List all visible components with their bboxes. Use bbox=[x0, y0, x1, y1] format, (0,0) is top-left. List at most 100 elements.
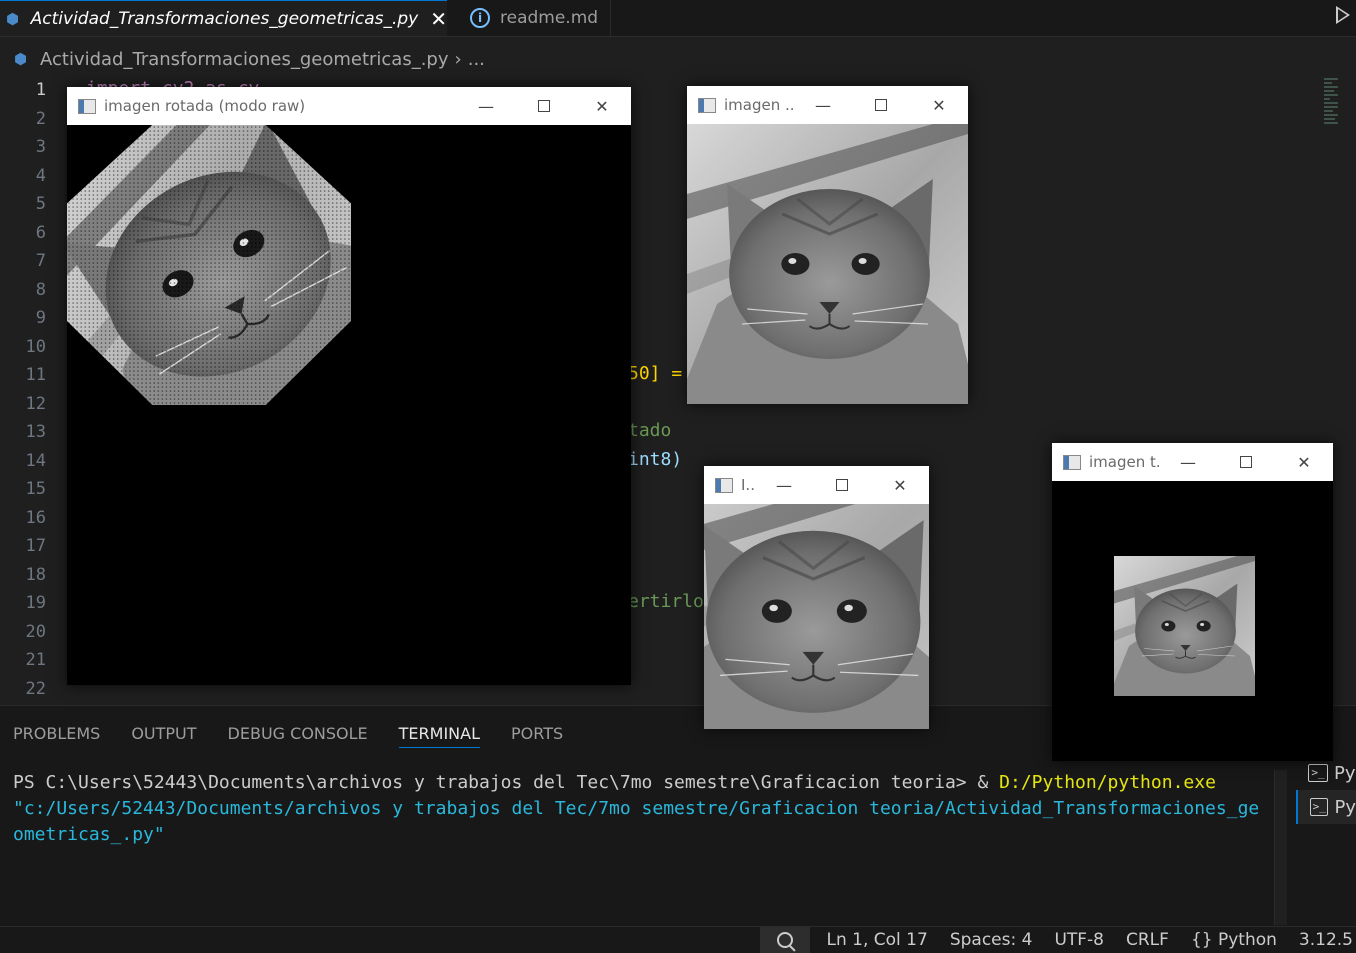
rotated-cat-image bbox=[67, 125, 351, 405]
line-ending[interactable]: CRLF bbox=[1115, 930, 1180, 950]
info-icon: i bbox=[470, 8, 490, 28]
window-original-image[interactable]: imagen ... — ✕ bbox=[687, 86, 968, 404]
maximize-icon[interactable] bbox=[1217, 453, 1275, 472]
minimize-icon[interactable]: — bbox=[755, 476, 813, 495]
window-canvas bbox=[687, 124, 968, 404]
translated-cat-image bbox=[1114, 556, 1255, 696]
tab-label: readme.md bbox=[500, 8, 599, 28]
zoom-icon bbox=[776, 932, 793, 948]
tab-debug-console[interactable]: DEBUG CONSOLE bbox=[215, 706, 386, 760]
code-line-14: int8) bbox=[628, 449, 683, 470]
line-number: 13 bbox=[25, 422, 46, 442]
tab-output[interactable]: OUTPUT bbox=[118, 706, 214, 760]
window-app-icon bbox=[78, 98, 96, 114]
tab-actividad[interactable]: ⬢ Actividad_Transformaciones_geometricas… bbox=[0, 0, 447, 36]
breadcrumb-file[interactable]: Actividad_Transformaciones_geometricas_.… bbox=[40, 49, 449, 70]
window-title: imagen rotada (modo raw) bbox=[104, 97, 306, 115]
terminal-icon: >_ bbox=[1310, 798, 1329, 816]
zoom-button[interactable] bbox=[759, 927, 810, 953]
maximize-icon[interactable] bbox=[813, 476, 871, 495]
close-icon[interactable]: ✕ bbox=[871, 476, 929, 495]
terminal-list-label: Py bbox=[1334, 762, 1356, 784]
code-line-13: tado bbox=[628, 420, 672, 441]
close-icon[interactable]: ✕ bbox=[573, 97, 631, 116]
maximize-icon[interactable] bbox=[515, 97, 573, 116]
terminal-output[interactable]: PS C:\Users\52443\Documents\archivos y t… bbox=[13, 770, 1269, 848]
line-number: 17 bbox=[25, 536, 46, 556]
tab-ports[interactable]: PORTS bbox=[498, 706, 581, 760]
terminal-scrollbar[interactable] bbox=[1274, 770, 1287, 925]
indentation[interactable]: Spaces: 4 bbox=[939, 930, 1044, 950]
breadcrumb-more[interactable]: ... bbox=[468, 49, 485, 70]
cursor-position[interactable]: Ln 1, Col 17 bbox=[816, 930, 939, 950]
line-number: 19 bbox=[25, 593, 46, 613]
breadcrumb: ⬢ Actividad_Transformaciones_geometricas… bbox=[0, 44, 485, 74]
python-version[interactable]: 3.12.5 bbox=[1288, 930, 1356, 950]
line-number: 3 bbox=[35, 137, 46, 157]
window-rotated-image[interactable]: imagen rotada (modo raw) — ✕ bbox=[67, 87, 631, 685]
line-number: 15 bbox=[25, 479, 46, 499]
line-number: 18 bbox=[25, 564, 46, 585]
python-icon: ⬢ bbox=[6, 9, 20, 28]
window-title: imagen ... bbox=[724, 96, 794, 114]
chevron-right-icon: › bbox=[454, 48, 462, 70]
terminal-arg: "c:/Users/52443/Documents/archivos y tra… bbox=[13, 798, 1260, 845]
window-titlebar[interactable]: I... — ✕ bbox=[704, 466, 929, 504]
line-number: 9 bbox=[35, 308, 46, 328]
tab-bar: ⬢ Actividad_Transformaciones_geometricas… bbox=[0, 0, 1356, 37]
window-title: I... bbox=[741, 476, 755, 494]
maximize-icon[interactable] bbox=[852, 96, 910, 115]
line-number: 14 bbox=[25, 450, 46, 471]
tab-terminal[interactable]: TERMINAL bbox=[386, 706, 498, 760]
window-app-icon bbox=[698, 97, 716, 113]
window-canvas bbox=[1052, 481, 1333, 761]
language-label: Python bbox=[1217, 930, 1277, 950]
code-line-11: 50] = bbox=[628, 363, 683, 384]
status-bar: Ln 1, Col 17 Spaces: 4 UTF-8 CRLF {} Pyt… bbox=[0, 926, 1356, 953]
line-number: 5 bbox=[35, 194, 46, 214]
terminal-list-item[interactable]: >_ Py bbox=[1296, 756, 1356, 790]
minimize-icon[interactable]: — bbox=[457, 97, 515, 116]
tab-problems[interactable]: PROBLEMS bbox=[0, 706, 118, 760]
window-title: imagen t... bbox=[1089, 453, 1159, 471]
window-app-icon bbox=[715, 477, 733, 493]
window-scaled-image[interactable]: I... — ✕ bbox=[704, 466, 929, 729]
close-icon[interactable]: ✕ bbox=[430, 7, 447, 31]
minimize-icon[interactable]: — bbox=[1159, 453, 1217, 472]
window-translated-image[interactable]: imagen t... — ✕ bbox=[1052, 443, 1333, 761]
terminal-list-label: Py bbox=[1334, 796, 1356, 818]
terminal-prompt: PS C:\Users\52443\Documents\archivos y t… bbox=[13, 772, 1000, 793]
tab-readme[interactable]: i readme.md bbox=[448, 0, 611, 36]
line-number: 11 bbox=[25, 365, 46, 385]
window-titlebar[interactable]: imagen rotada (modo raw) — ✕ bbox=[67, 87, 631, 125]
encoding[interactable]: UTF-8 bbox=[1043, 930, 1115, 950]
line-number: 6 bbox=[35, 222, 46, 243]
line-number: 12 bbox=[25, 393, 46, 414]
line-number: 21 bbox=[25, 650, 46, 670]
language-mode[interactable]: {} Python bbox=[1180, 930, 1288, 950]
terminal-list: >_ Py >_ Py bbox=[1296, 756, 1356, 824]
line-number: 1 bbox=[35, 80, 46, 100]
line-number: 2 bbox=[35, 108, 46, 129]
line-number: 10 bbox=[25, 336, 46, 357]
window-canvas bbox=[67, 125, 631, 685]
window-canvas bbox=[704, 504, 929, 729]
code-line-19: ertirlo bbox=[628, 591, 704, 612]
terminal-exe: D:/Python/python.exe bbox=[999, 772, 1216, 793]
line-number: 7 bbox=[35, 251, 46, 271]
braces-icon: {} bbox=[1190, 930, 1213, 950]
window-titlebar[interactable]: imagen ... — ✕ bbox=[687, 86, 968, 124]
scaled-cat-image bbox=[704, 504, 929, 729]
terminal-icon: >_ bbox=[1308, 764, 1328, 782]
terminal-list-item[interactable]: >_ Py bbox=[1296, 790, 1356, 824]
minimize-icon[interactable]: — bbox=[794, 96, 852, 115]
close-icon[interactable]: ✕ bbox=[1275, 453, 1333, 472]
close-icon[interactable]: ✕ bbox=[910, 96, 968, 115]
original-cat-image bbox=[687, 124, 968, 404]
line-number: 8 bbox=[35, 279, 46, 300]
window-titlebar[interactable]: imagen t... — ✕ bbox=[1052, 443, 1333, 481]
minimap[interactable] bbox=[1324, 76, 1338, 186]
run-icon[interactable] bbox=[1336, 6, 1350, 24]
line-number: 20 bbox=[25, 621, 46, 642]
tab-label: Actividad_Transformaciones_geometricas_.… bbox=[30, 8, 419, 29]
